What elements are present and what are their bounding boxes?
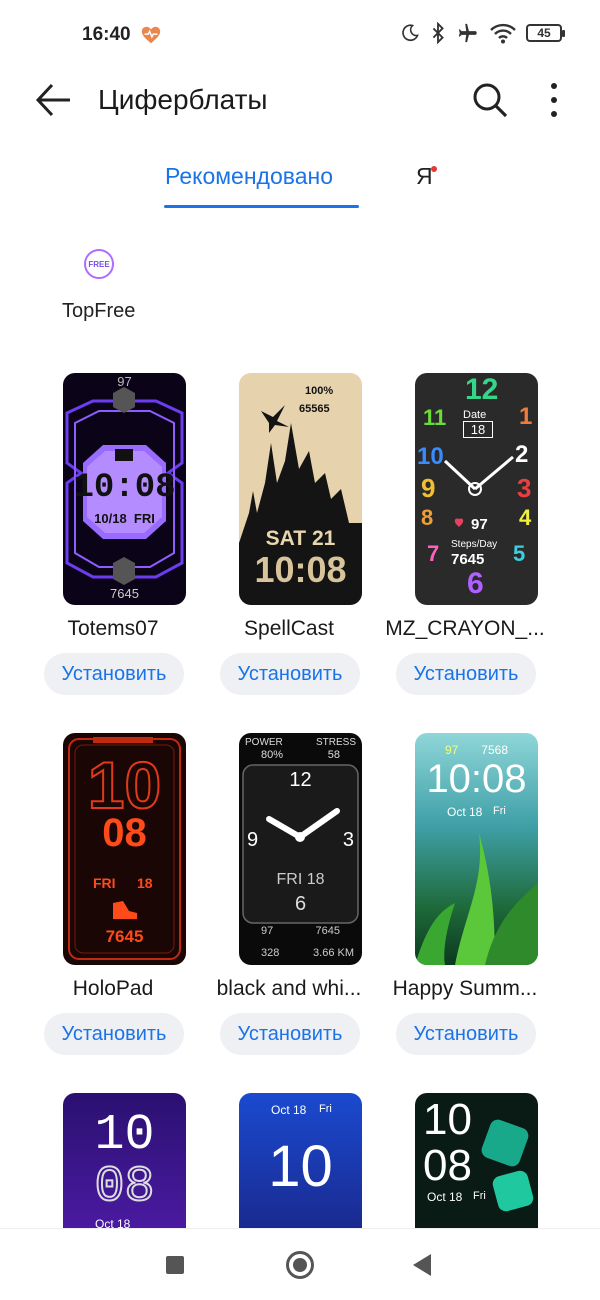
face-day: SAT 21	[265, 527, 336, 550]
hs-time: 10:08	[426, 757, 527, 801]
watch-face-preview[interactable]: 97 7568 10:08 Oct 18 Fri	[415, 733, 538, 965]
free-icon-text: FREE	[88, 259, 110, 269]
install-button[interactable]: Установить	[220, 653, 360, 695]
bw-12: 12	[289, 769, 312, 791]
page-title: Циферблаты	[98, 84, 268, 115]
bw-9: 9	[247, 829, 259, 851]
watch-face-preview[interactable]: 97 10:08 10/18 FRI 7645	[63, 373, 186, 605]
wifi-icon	[490, 23, 516, 44]
battery-icon: 45	[526, 24, 565, 42]
back-arrow-icon	[35, 83, 70, 117]
face-name: Totems07	[67, 617, 159, 640]
free-badge-icon: FREE	[84, 249, 114, 279]
recents-square-icon[interactable]	[166, 1256, 184, 1274]
p1-minute: 08	[93, 1158, 155, 1217]
category-topfree[interactable]: FREE TopFree	[60, 245, 150, 325]
install-button[interactable]: Установить	[44, 653, 184, 695]
crayon-steps-label: Steps/Day	[451, 539, 498, 550]
status-time: 16:40	[82, 24, 131, 45]
p3-day: Fri	[473, 1190, 486, 1202]
more-vert-icon	[551, 83, 557, 117]
active-tab-indicator	[164, 205, 359, 208]
install-button[interactable]: Установить	[220, 1013, 360, 1055]
face-date: 10/18 FRI	[94, 511, 155, 526]
face-bottom-value: 7645	[110, 586, 139, 601]
install-button[interactable]: Установить	[396, 1013, 536, 1055]
p2-date: Oct 18	[271, 1103, 307, 1117]
face-name: black and whi...	[216, 977, 362, 1000]
watch-face-card: 97 10:08 10/18 FRI 7645 Totems07 Установ…	[28, 373, 198, 695]
face-steps: 65565	[299, 403, 330, 415]
p3-date: Oct 18	[427, 1190, 463, 1204]
watch-face-preview[interactable]: 10 08 FRI 18 7645	[63, 733, 186, 965]
search-icon	[473, 83, 508, 118]
face-top-value: 97	[117, 374, 132, 389]
bw-6: 6	[294, 893, 307, 915]
watch-face-card: 10 08 FRI 18 7645 HoloPad Установить	[28, 733, 198, 1055]
health-heart-icon	[141, 26, 161, 44]
bw-cal: 328	[261, 947, 280, 959]
face-battery: 100%	[305, 385, 334, 397]
bw-3: 3	[342, 829, 354, 851]
watch-face-preview[interactable]: 12 11 1 10 2 9 3 8 4 7 5 6 Date 18 97 St…	[415, 373, 538, 605]
hs-heart: 97	[445, 743, 459, 757]
bw-heart: 97	[261, 925, 274, 937]
p2-day: Fri	[319, 1103, 332, 1115]
tab-badge-dot	[431, 166, 437, 172]
battery-level: 45	[537, 26, 551, 40]
bw-date: FRI 18	[276, 871, 325, 888]
category-label: TopFree	[62, 300, 136, 322]
face-time: 10:08	[254, 549, 347, 590]
hs-date: Oct 18	[447, 805, 483, 819]
watch-face-card: 12 11 1 10 2 9 3 8 4 7 5 6 Date 18 97 St…	[380, 373, 550, 695]
status-bar: 16:40 45	[0, 0, 600, 70]
p1-hour: 10	[94, 1107, 155, 1164]
bluetooth-icon	[432, 22, 444, 44]
home-circle-icon[interactable]	[286, 1251, 314, 1279]
system-nav-bar	[0, 1228, 600, 1300]
bw-steps: 7645	[315, 925, 340, 937]
hs-day: Fri	[493, 805, 506, 817]
watch-face-preview-partial[interactable]: Oct 18 Fri 10	[239, 1093, 362, 1228]
app-bar: Циферблаты	[0, 70, 600, 130]
moon-icon	[402, 24, 419, 42]
watch-face-card: 97 7568 10:08 Oct 18 Fri Happy Summ... У…	[380, 733, 550, 1055]
search-button[interactable]	[470, 80, 510, 120]
face-time: 10:08	[73, 469, 176, 507]
back-triangle-icon[interactable]	[413, 1254, 431, 1276]
tab-me[interactable]: Я	[416, 163, 433, 190]
watch-face-card: 100% 65565 SAT 21 10:08 SpellCast Устано…	[204, 373, 374, 695]
hs-steps: 7568	[481, 743, 508, 757]
face-name: SpellCast	[244, 617, 334, 640]
p1-date: Oct 18	[95, 1217, 131, 1228]
install-button[interactable]: Установить	[44, 1013, 184, 1055]
tab-recommended[interactable]: Рекомендовано	[165, 163, 333, 190]
p3-minute: 08	[423, 1141, 472, 1190]
watch-face-card: POWER 80% STRESS 58 12 9 3 FRI 18 6 97 7…	[204, 733, 374, 1055]
crayon-hands	[443, 455, 514, 527]
bw-km: 3.66 KM	[313, 947, 354, 959]
watch-face-preview[interactable]: POWER 80% STRESS 58 12 9 3 FRI 18 6 97 7…	[239, 733, 362, 965]
watch-face-preview[interactable]: 100% 65565 SAT 21 10:08	[239, 373, 362, 605]
crayon-steps: 7645	[451, 551, 485, 568]
watch-face-preview-partial[interactable]: 10 08 Oct 18	[63, 1093, 186, 1228]
install-button[interactable]: Установить	[396, 653, 536, 695]
tab-bar: Рекомендовано Я	[0, 155, 600, 210]
face-name: Happy Summ...	[392, 977, 538, 1000]
holo-steps: 7645	[105, 927, 144, 946]
p3-hour: 10	[423, 1095, 472, 1144]
face-name: MZ_CRAYON_...	[385, 617, 545, 640]
back-button[interactable]	[32, 80, 76, 120]
face-name: HoloPad	[72, 977, 154, 1000]
watch-face-preview-partial[interactable]: 10 08 Oct 18 Fri	[415, 1093, 538, 1228]
airplane-icon	[458, 23, 477, 43]
crayon-heart: 97	[471, 516, 488, 533]
p2-hour: 10	[268, 1134, 333, 1199]
more-options-button[interactable]	[540, 80, 568, 120]
